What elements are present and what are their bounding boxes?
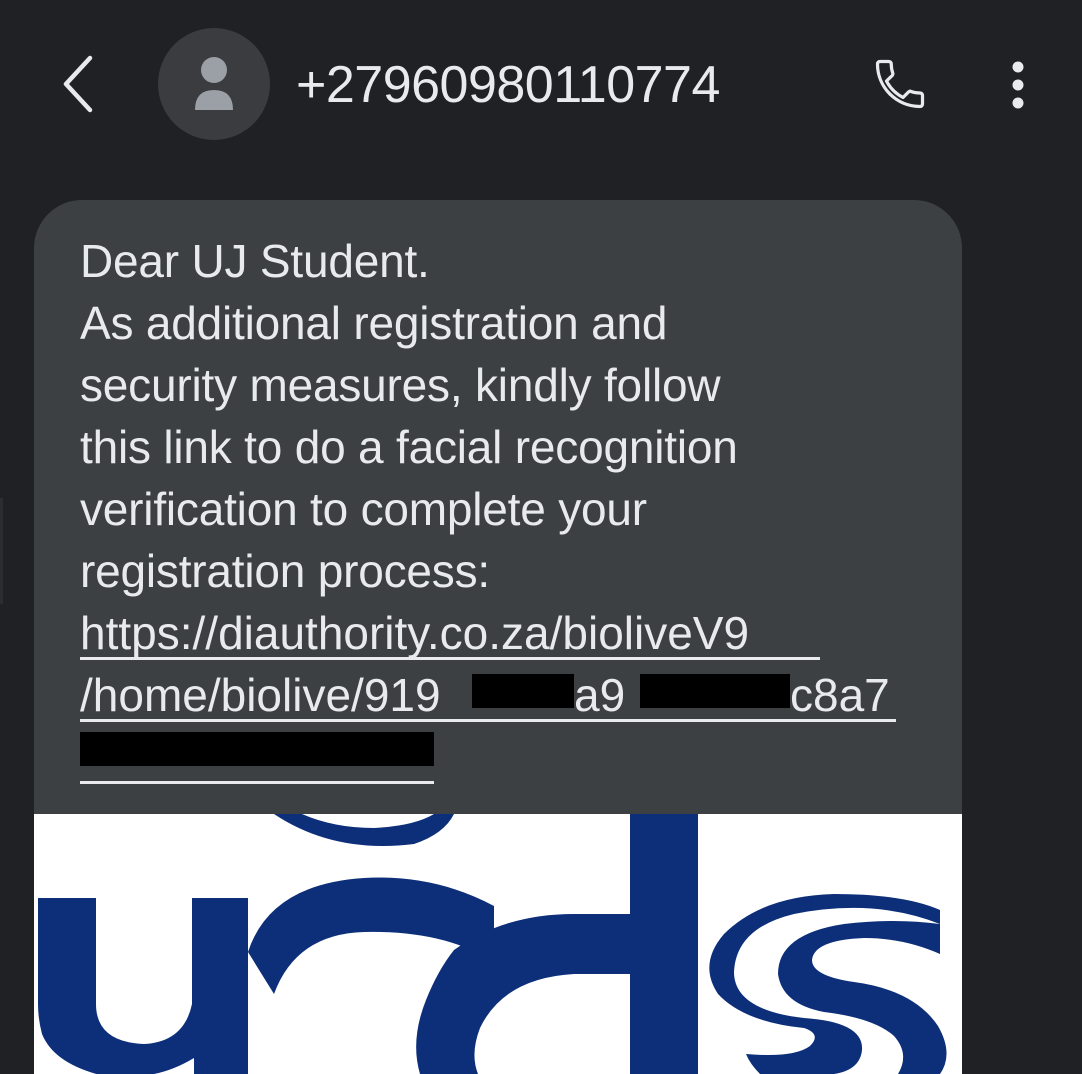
link-underline: [80, 781, 434, 784]
uj-logo-image: [38, 814, 947, 1074]
redaction-bar: [472, 674, 574, 708]
contact-number[interactable]: +27960980110774: [296, 50, 720, 120]
phone-icon: [875, 59, 925, 109]
message-line: registration process:: [80, 545, 490, 597]
more-options-button[interactable]: [992, 54, 1044, 116]
edge-handle: [0, 498, 3, 604]
contact-avatar[interactable]: [158, 28, 270, 140]
link-line-2[interactable]: /home/biolive/919 a9 c8a7: [80, 664, 896, 726]
redaction-bar: [80, 732, 434, 766]
link-text: /home/biolive/919: [80, 669, 441, 721]
phishing-link[interactable]: https://diauthority.co.za/bioliveV9 /hom…: [80, 602, 896, 788]
link-text: a9: [574, 669, 626, 721]
redaction-bar: [640, 674, 790, 708]
link-underline: [80, 657, 820, 660]
message-line: Dear UJ Student.: [80, 235, 430, 287]
top-app-bar: +27960980110774: [0, 0, 1082, 170]
link-text: https://diauthority.co.za/bioliveV9: [80, 607, 750, 659]
message-line: security measures, kindly follow: [80, 359, 721, 411]
message-body: Dear UJ Student. As additional registrat…: [80, 230, 940, 602]
link-line-1[interactable]: https://diauthority.co.za/bioliveV9: [80, 602, 820, 664]
link-underline: [80, 719, 896, 722]
more-vert-icon: [1012, 61, 1024, 109]
link-line-3[interactable]: [80, 726, 749, 788]
chevron-left-icon: [63, 55, 93, 113]
message-line: verification to complete your: [80, 483, 647, 535]
person-icon: [195, 57, 233, 110]
back-button[interactable]: [48, 52, 108, 116]
call-button[interactable]: [866, 52, 934, 116]
message-line: As additional registration and: [80, 297, 668, 349]
link-text: c8a7: [790, 669, 890, 721]
image-attachment[interactable]: [34, 814, 962, 1074]
message-line: this link to do a facial recognition: [80, 421, 738, 473]
